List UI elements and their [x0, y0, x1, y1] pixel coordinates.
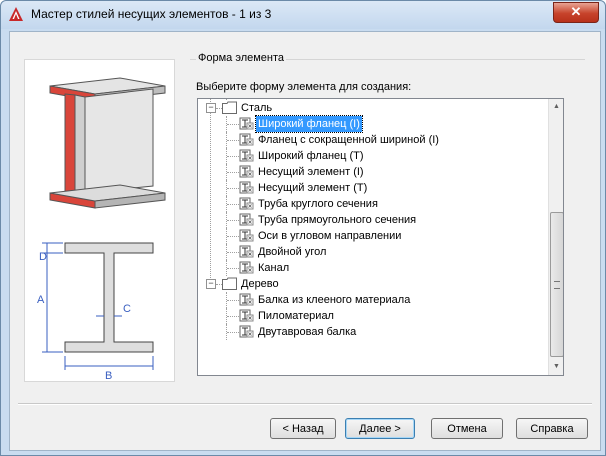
- shape-preview: D A C B: [24, 59, 175, 382]
- structural-shape-icon: [239, 261, 254, 274]
- structural-shape-icon: [239, 229, 254, 242]
- tree-scrollbar[interactable]: ▲ ▼: [548, 99, 563, 375]
- tree-folder-label: Сталь: [241, 102, 273, 114]
- tree-folder-label: Дерево: [241, 278, 279, 290]
- tree-item-label: Несущий элемент (I): [258, 166, 364, 178]
- tree-item-row[interactable]: Широкий фланец (I): [198, 115, 548, 133]
- title-bar[interactable]: Мастер стилей несущих элементов - 1 из 3…: [1, 1, 605, 29]
- structural-shape-icon: [239, 181, 254, 194]
- back-button[interactable]: < Назад: [270, 418, 336, 439]
- groupbox-title: Форма элемента: [196, 52, 287, 64]
- tree-folder-row[interactable]: − Сталь: [198, 100, 548, 116]
- structural-shape-icon: [239, 245, 254, 258]
- folder-icon: [222, 101, 237, 114]
- tree-item-row[interactable]: Канал: [198, 260, 548, 276]
- tree-item-label: Канал: [258, 262, 290, 274]
- scroll-thumb[interactable]: [550, 212, 563, 357]
- scroll-down-icon[interactable]: ▼: [549, 359, 563, 375]
- dialog-client-area: D A C B Форма элемента Выберите форму эл…: [9, 31, 601, 451]
- shape-prompt-label: Выберите форму элемента для создания:: [196, 81, 412, 93]
- tree-item-row[interactable]: Двутавровая балка: [198, 324, 548, 340]
- help-button[interactable]: Справка: [516, 418, 588, 439]
- wide-flange-illustration: D A C B: [37, 77, 166, 382]
- tree-item-label: Пиломатериал: [258, 310, 334, 322]
- tree-item-row[interactable]: Несущий элемент (Т): [198, 180, 548, 196]
- structural-shape-icon: [239, 165, 254, 178]
- tree-item-label: Широкий фланец (Т): [258, 150, 364, 162]
- autocad-logo-icon: [9, 7, 23, 21]
- tree-item-label: Двойной угол: [258, 246, 327, 258]
- dimension-label-c: C: [123, 303, 131, 315]
- tree-item-label: Двутавровая балка: [258, 326, 357, 338]
- structural-shape-icon: [239, 213, 254, 226]
- tree-item-row[interactable]: Оси в угловом направлении: [198, 228, 548, 244]
- cancel-button[interactable]: Отмена: [431, 418, 503, 439]
- tree-item-label: Несущий элемент (Т): [258, 182, 368, 194]
- dimension-label-b: B: [105, 370, 112, 381]
- tree-item-row[interactable]: Пиломатериал: [198, 308, 548, 324]
- wizard-window: Мастер стилей несущих элементов - 1 из 3…: [0, 0, 606, 456]
- dimension-label-d: D: [39, 251, 47, 263]
- tree-item-label-selected: Широкий фланец (I): [255, 115, 363, 133]
- tree-item-label: Фланец с сокращенной шириной (I): [258, 134, 439, 146]
- tree-item-label: Труба прямоугольного сечения: [258, 214, 417, 226]
- tree-item-label: Балка из клееного материала: [258, 294, 411, 306]
- tree-item-row[interactable]: Несущий элемент (I): [198, 164, 548, 180]
- structural-shape-icon: [239, 149, 254, 162]
- tree-item-row[interactable]: Труба круглого сечения: [198, 196, 548, 212]
- tree-item-row[interactable]: Фланец с сокращенной шириной (I): [198, 132, 548, 148]
- tree-collapse-icon[interactable]: −: [206, 279, 216, 289]
- tree-item-row[interactable]: Двойной угол: [198, 244, 548, 260]
- window-title: Мастер стилей несущих элементов - 1 из 3: [31, 7, 272, 21]
- structural-shape-icon: [239, 133, 254, 146]
- structural-shape-icon: [239, 117, 254, 130]
- shape-tree[interactable]: Перевернутая тавровая балкаПеревернутый …: [197, 98, 564, 376]
- dimension-label-a: A: [37, 294, 45, 306]
- folder-icon: [222, 277, 237, 290]
- tree-item-label: Труба круглого сечения: [258, 198, 378, 210]
- button-separator: [18, 403, 592, 405]
- tree-item-row[interactable]: Широкий фланец (Т): [198, 148, 548, 164]
- tree-folder-row[interactable]: − Дерево: [198, 276, 548, 292]
- tree-item-row[interactable]: Труба прямоугольного сечения: [198, 212, 548, 228]
- structural-shape-icon: [239, 325, 254, 338]
- structural-shape-icon: [239, 309, 254, 322]
- tree-item-row[interactable]: Балка из клееного материала: [198, 292, 548, 308]
- next-button[interactable]: Далее >: [345, 418, 415, 439]
- structural-shape-icon: [239, 197, 254, 210]
- close-button[interactable]: ✕: [553, 2, 599, 23]
- tree-collapse-icon[interactable]: −: [206, 103, 216, 113]
- structural-shape-icon: [239, 293, 254, 306]
- scroll-up-icon[interactable]: ▲: [549, 99, 563, 115]
- tree-item-label: Оси в угловом направлении: [258, 230, 402, 242]
